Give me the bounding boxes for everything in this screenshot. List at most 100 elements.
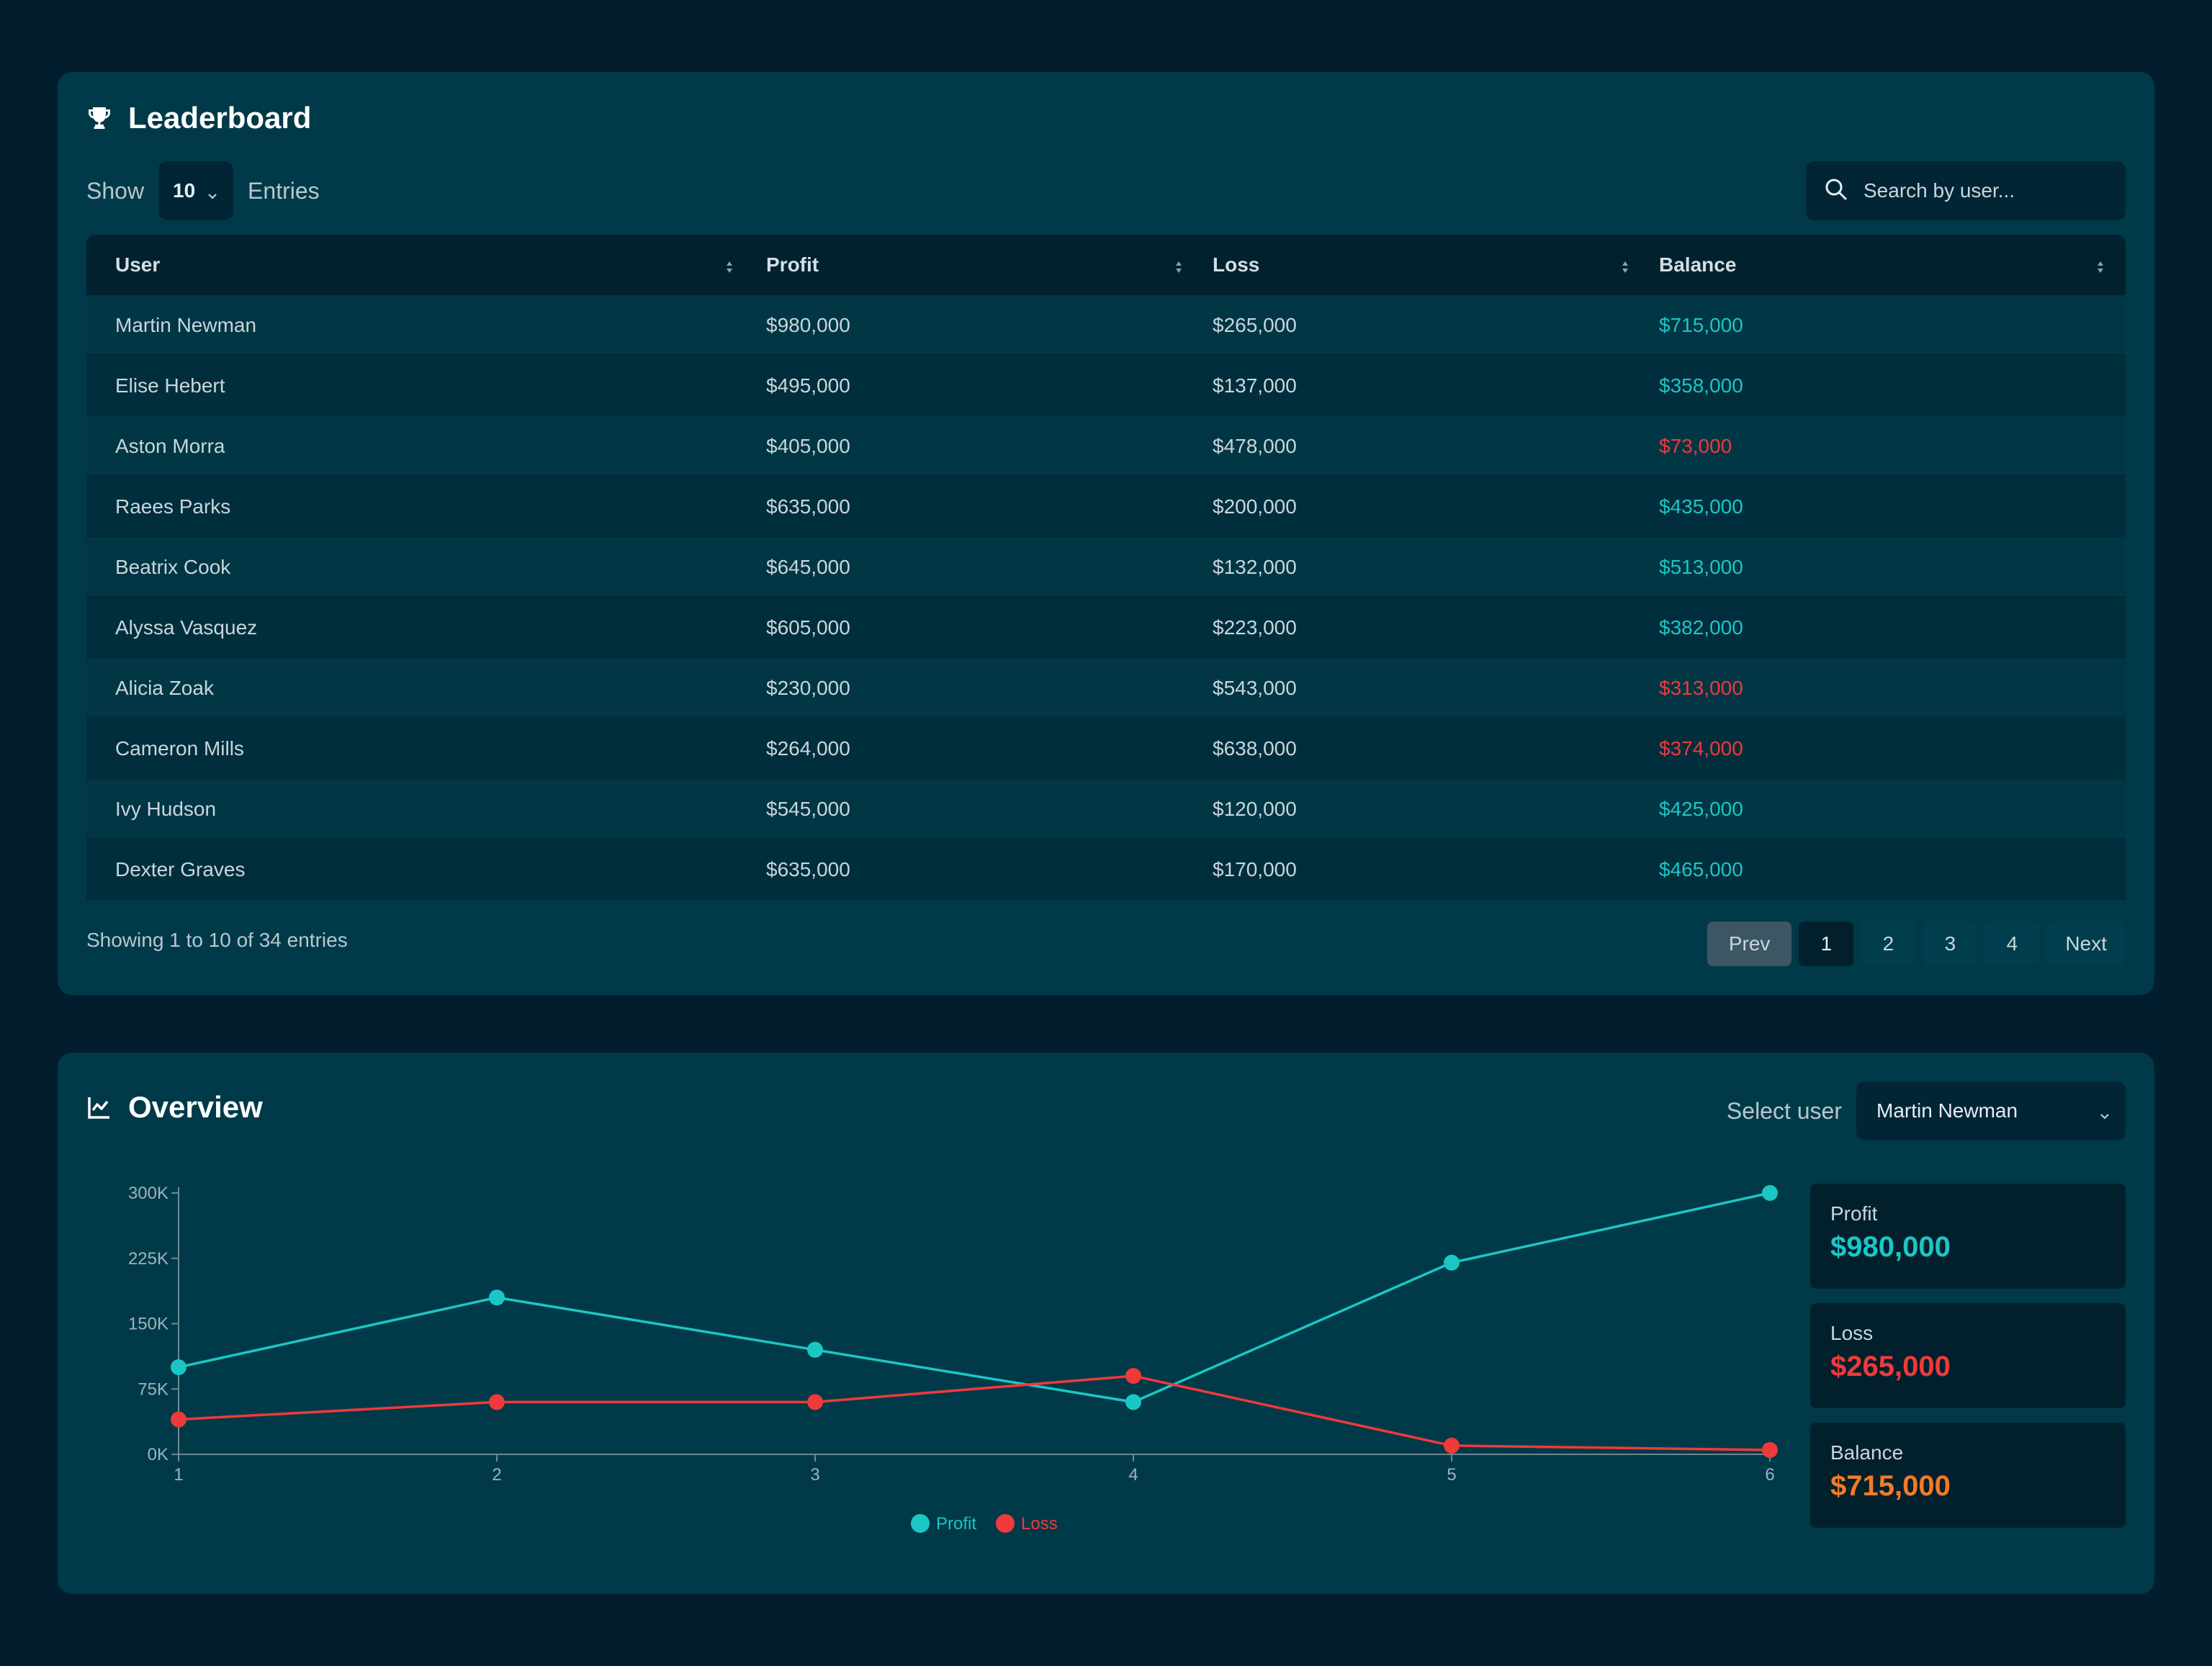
leaderboard-title: Leaderboard xyxy=(86,101,311,135)
cell-loss: $543,000 xyxy=(1213,677,1297,699)
cell-profit: $605,000 xyxy=(766,616,850,639)
cell-profit: $635,000 xyxy=(766,495,850,518)
table-row[interactable]: Ivy Hudson $545,000 $120,000 $425,000 xyxy=(86,779,2126,839)
stat-value: $715,000 xyxy=(1830,1470,1951,1502)
cell-user: Beatrix Cook xyxy=(115,556,231,578)
y-tick-label: 75K xyxy=(138,1379,168,1399)
column-header-loss[interactable]: Loss xyxy=(1213,253,1630,276)
table-row[interactable]: Alyssa Vasquez $605,000 $223,000 $382,000 xyxy=(86,598,2126,658)
legend-marker-loss xyxy=(996,1514,1015,1533)
cell-loss: $137,000 xyxy=(1213,374,1297,397)
stat-value: $265,000 xyxy=(1830,1351,1951,1382)
x-tick-label: 1 xyxy=(174,1465,183,1485)
next-button[interactable]: Next xyxy=(2046,922,2126,966)
entries-select[interactable]: 10 xyxy=(158,161,234,220)
data-point-profit xyxy=(171,1359,186,1375)
search-box[interactable] xyxy=(1806,161,2126,220)
entries-value: 10 xyxy=(173,179,196,202)
cell-profit: $230,000 xyxy=(766,677,850,699)
search-icon xyxy=(1823,176,1849,206)
data-point-profit xyxy=(807,1341,823,1358)
x-tick-label: 4 xyxy=(1128,1465,1138,1485)
stat-card-balance: Balance $715,000 xyxy=(1810,1423,2126,1528)
leaderboard-panel: Leaderboard Show 10 Entries User Profit xyxy=(58,72,2154,995)
x-tick-label: 5 xyxy=(1447,1465,1456,1485)
column-header-profit[interactable]: Profit xyxy=(766,253,1184,276)
stat-label: Balance xyxy=(1830,1441,1904,1464)
x-tick-label: 3 xyxy=(810,1465,819,1485)
table-row[interactable]: Raees Parks $635,000 $200,000 $435,000 xyxy=(86,477,2126,537)
cell-profit: $495,000 xyxy=(766,374,850,397)
select-user-label: Select user xyxy=(1726,1097,1842,1124)
selected-user: Martin Newman xyxy=(1876,1099,2018,1122)
y-tick-label: 300K xyxy=(128,1184,168,1203)
prev-button[interactable]: Prev xyxy=(1707,922,1792,966)
leaderboard-table: User Profit Loss Balance Martin Newman $9… xyxy=(86,235,2126,900)
cell-profit: $645,000 xyxy=(766,556,850,578)
series-line-loss xyxy=(178,1374,1771,1451)
data-point-loss xyxy=(171,1411,186,1428)
overview-line-chart: 0K 75K 150K 225K 300K 1 2 3 4 5 6 Profit Loss xyxy=(128,1184,1778,1534)
y-tick-label: 225K xyxy=(128,1249,168,1269)
cell-loss: $120,000 xyxy=(1213,798,1297,820)
stat-value: $980,000 xyxy=(1830,1231,1951,1263)
table-row[interactable]: Alicia Zoak $230,000 $543,000 $313,000 xyxy=(86,658,2126,719)
overview-title: Overview xyxy=(86,1090,263,1125)
legend-label-loss: Loss xyxy=(1021,1514,1058,1534)
table-row[interactable]: Martin Newman $980,000 $265,000 $715,000 xyxy=(86,295,2126,356)
cell-balance: $358,000 xyxy=(1659,374,1743,397)
sort-icon xyxy=(724,257,734,273)
stat-card-loss: Loss $265,000 xyxy=(1810,1303,2126,1408)
cell-loss: $132,000 xyxy=(1213,556,1297,578)
cell-balance: $465,000 xyxy=(1659,858,1743,881)
column-header-user[interactable]: User xyxy=(115,253,734,276)
series-line-profit xyxy=(178,1192,1771,1404)
page-button-1[interactable]: 1 xyxy=(1799,922,1854,966)
entries-label: Entries xyxy=(248,177,320,204)
cell-balance: $425,000 xyxy=(1659,798,1743,820)
column-header-balance[interactable]: Balance xyxy=(1659,253,2105,276)
cell-balance: $73,000 xyxy=(1659,435,1732,457)
cell-loss: $200,000 xyxy=(1213,495,1297,518)
user-select[interactable]: Martin Newman xyxy=(1856,1081,2126,1140)
table-row[interactable]: Elise Hebert $495,000 $137,000 $358,000 xyxy=(86,356,2126,416)
cell-profit: $635,000 xyxy=(766,858,850,881)
cell-profit: $980,000 xyxy=(766,314,850,336)
sort-icon xyxy=(2095,257,2105,273)
cell-user: Alicia Zoak xyxy=(115,677,214,699)
trophy-icon xyxy=(86,105,112,131)
table-row[interactable]: Aston Morra $405,000 $478,000 $73,000 xyxy=(86,416,2126,477)
search-input[interactable] xyxy=(1863,179,2108,202)
cell-user: Elise Hebert xyxy=(115,374,225,397)
cell-profit: $545,000 xyxy=(766,798,850,820)
x-tick-label: 2 xyxy=(492,1465,501,1485)
table-row[interactable]: Beatrix Cook $645,000 $132,000 $513,000 xyxy=(86,537,2126,598)
page-button-2[interactable]: 2 xyxy=(1861,922,1916,966)
table-header: User Profit Loss Balance xyxy=(86,235,2126,295)
cell-balance: $715,000 xyxy=(1659,314,1743,336)
page-button-3[interactable]: 3 xyxy=(1923,922,1978,966)
entries-info: Showing 1 to 10 of 34 entries xyxy=(86,929,348,951)
stat-card-profit: Profit $980,000 xyxy=(1810,1184,2126,1289)
cell-loss: $265,000 xyxy=(1213,314,1297,336)
cell-user: Raees Parks xyxy=(115,495,231,518)
cell-user: Alyssa Vasquez xyxy=(115,616,258,639)
table-row[interactable]: Dexter Graves $635,000 $170,000 $465,000 xyxy=(86,839,2126,900)
cell-balance: $435,000 xyxy=(1659,495,1743,518)
data-point-loss xyxy=(1444,1437,1460,1454)
y-tick-label: 150K xyxy=(128,1315,168,1334)
table-row[interactable]: Cameron Mills $264,000 $638,000 $374,000 xyxy=(86,719,2126,779)
data-point-profit xyxy=(1125,1394,1141,1410)
page-button-4[interactable]: 4 xyxy=(1984,922,2040,966)
cell-balance: $374,000 xyxy=(1659,737,1743,760)
overview-title-text: Overview xyxy=(128,1090,263,1124)
chevron-down-icon xyxy=(2098,1104,2111,1120)
cell-balance: $513,000 xyxy=(1659,556,1743,578)
overview-panel: Overview Select user Martin Newman 0K 75K… xyxy=(58,1053,2154,1594)
entries-control: Show 10 Entries xyxy=(86,161,320,220)
stat-label: Profit xyxy=(1830,1202,1878,1225)
data-point-loss xyxy=(1762,1441,1778,1458)
data-point-profit xyxy=(1444,1254,1460,1271)
cell-user: Cameron Mills xyxy=(115,737,244,760)
cell-balance: $382,000 xyxy=(1659,616,1743,639)
